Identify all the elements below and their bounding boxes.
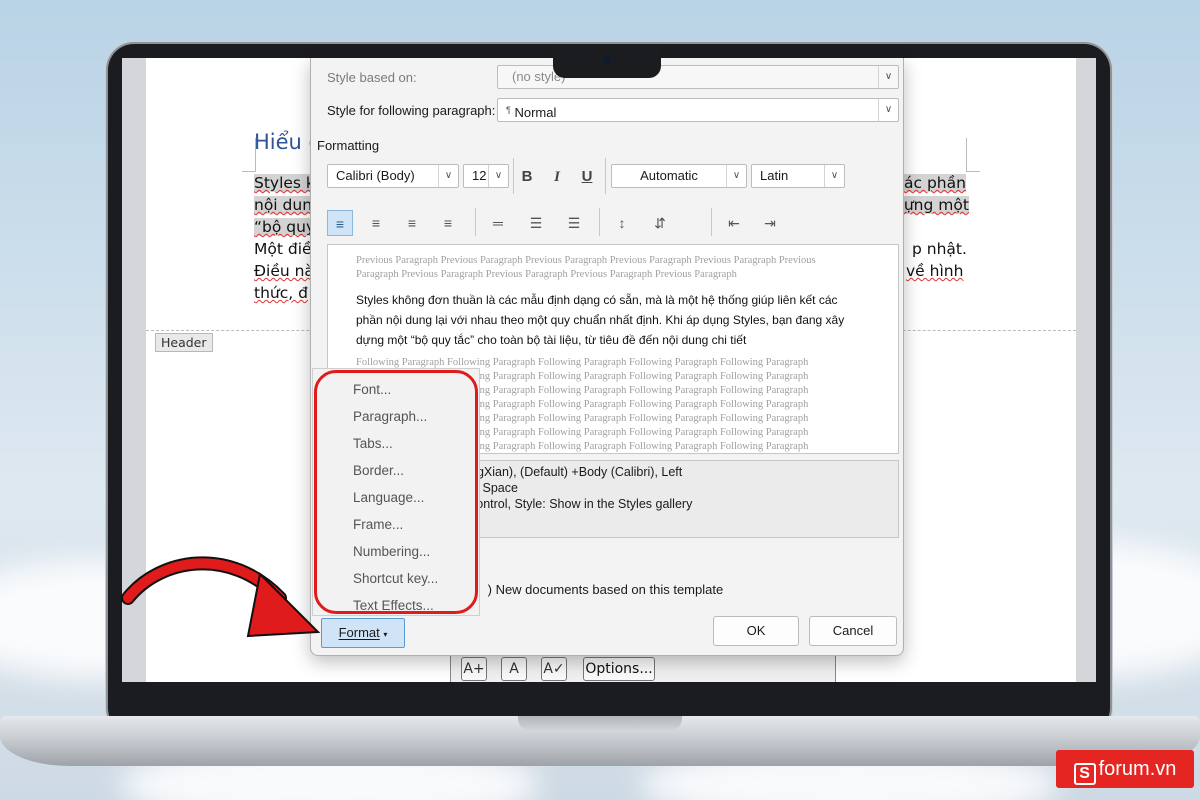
manage-styles-icon[interactable]: A✓ <box>541 657 567 681</box>
script-value: Latin <box>760 168 789 183</box>
align-center-icon[interactable]: ≡ <box>363 210 389 236</box>
camera-notch <box>553 44 661 78</box>
ok-button[interactable]: OK <box>713 616 799 646</box>
increase-paragraph-spacing-icon[interactable]: ↕ <box>609 210 635 236</box>
brand-name: forum.vn <box>1098 758 1177 780</box>
camera-icon <box>603 56 611 64</box>
doc-line: nội dun <box>254 196 313 214</box>
chevron-down-icon: ∨ <box>438 165 458 187</box>
bold-button[interactable]: B <box>517 164 537 190</box>
brand-mark: S <box>1073 763 1096 785</box>
description-line: ngXian), (Default) +Body (Calibri), Left <box>470 465 683 479</box>
cancel-button[interactable]: Cancel <box>809 616 897 646</box>
highlight-outline <box>314 370 478 614</box>
pilcrow-icon: ¶ <box>506 105 511 115</box>
following-paragraph-label: Style for following paragraph: <box>327 103 496 118</box>
italic-button[interactable]: I <box>547 164 567 190</box>
underline-button[interactable]: U <box>577 164 597 190</box>
doc-line-right: về hình <box>906 262 964 280</box>
format-button-label: Format <box>338 625 380 640</box>
doc-line: Một điề <box>254 240 312 258</box>
double-spacing-icon[interactable]: ☰ <box>561 210 587 236</box>
preview-following-line: Following Paragraph Following Paragraph … <box>356 357 809 368</box>
style-based-on-label: Style based on: <box>327 70 417 85</box>
font-name-value: Calibri (Body) <box>336 168 415 183</box>
doc-line-right: ác phần <box>904 174 966 192</box>
style-inspector-icon[interactable]: A <box>501 657 527 681</box>
single-spacing-icon[interactable]: ═ <box>485 210 511 236</box>
preview-previous-line: Paragraph Previous Paragraph Previous Pa… <box>356 269 737 280</box>
script-select[interactable]: Latin ∨ <box>751 164 845 188</box>
doc-line: Điều nà <box>254 262 314 280</box>
font-name-select[interactable]: Calibri (Body) ∨ <box>327 164 459 188</box>
forum-logo: Sforum.vn <box>1056 750 1194 788</box>
new-style-icon[interactable]: A+ <box>461 657 487 681</box>
font-size-value: 12 <box>472 168 487 183</box>
align-left-icon[interactable]: ≡ <box>327 210 353 236</box>
align-right-icon[interactable]: ≡ <box>399 210 425 236</box>
decrease-paragraph-spacing-icon[interactable]: ⇵ <box>647 210 673 236</box>
following-paragraph-select[interactable]: ¶ Normal ∨ <box>497 98 899 122</box>
doc-line: Styles k <box>254 174 315 192</box>
preview-sample-line: dựng một “bộ quy tắc” cho toàn bộ tài li… <box>356 333 747 347</box>
decrease-indent-icon[interactable]: ⇤ <box>721 210 747 236</box>
preview-sample-line: Styles không đơn thuần là các mẫu định d… <box>356 293 838 307</box>
justify-icon[interactable]: ≡ <box>435 210 461 236</box>
doc-line-right: p nhật. <box>912 240 967 258</box>
options-button[interactable]: Options... <box>583 657 655 681</box>
font-color-select[interactable]: Automatic ∨ <box>611 164 747 188</box>
red-arrow-icon <box>121 556 321 638</box>
chevron-down-icon: ∨ <box>878 99 898 121</box>
chevron-down-icon: ∨ <box>824 165 844 187</box>
laptop-hinge-notch <box>518 716 682 732</box>
font-size-select[interactable]: 12 ∨ <box>463 164 509 188</box>
new-documents-radio[interactable]: ) New documents based on this template <box>467 582 723 597</box>
doc-line: thức, đ <box>254 284 308 302</box>
one-half-spacing-icon[interactable]: ☰ <box>523 210 549 236</box>
doc-line-right: dựng một <box>894 196 969 214</box>
following-paragraph-value: Normal <box>514 105 557 120</box>
chevron-down-icon: ∨ <box>488 165 508 187</box>
header-tag[interactable]: Header <box>155 333 213 352</box>
chevron-down-icon: ∨ <box>878 66 898 88</box>
new-documents-label: ) New documents based on this template <box>487 582 724 597</box>
caret-down-icon: ▾ <box>383 630 388 639</box>
font-color-value: Automatic <box>640 168 698 183</box>
preview-sample-line: phần nội dung lại với nhau theo một quy … <box>356 313 845 327</box>
increase-indent-icon[interactable]: ⇥ <box>757 210 783 236</box>
format-button[interactable]: Format ▾ <box>321 618 405 648</box>
preview-previous-line: Previous Paragraph Previous Paragraph Pr… <box>356 255 816 266</box>
doc-line: “bộ quy <box>254 218 316 236</box>
formatting-label: Formatting <box>317 138 380 153</box>
chevron-down-icon: ∨ <box>726 165 746 187</box>
description-line: control, Style: Show in the Styles galle… <box>470 497 693 511</box>
